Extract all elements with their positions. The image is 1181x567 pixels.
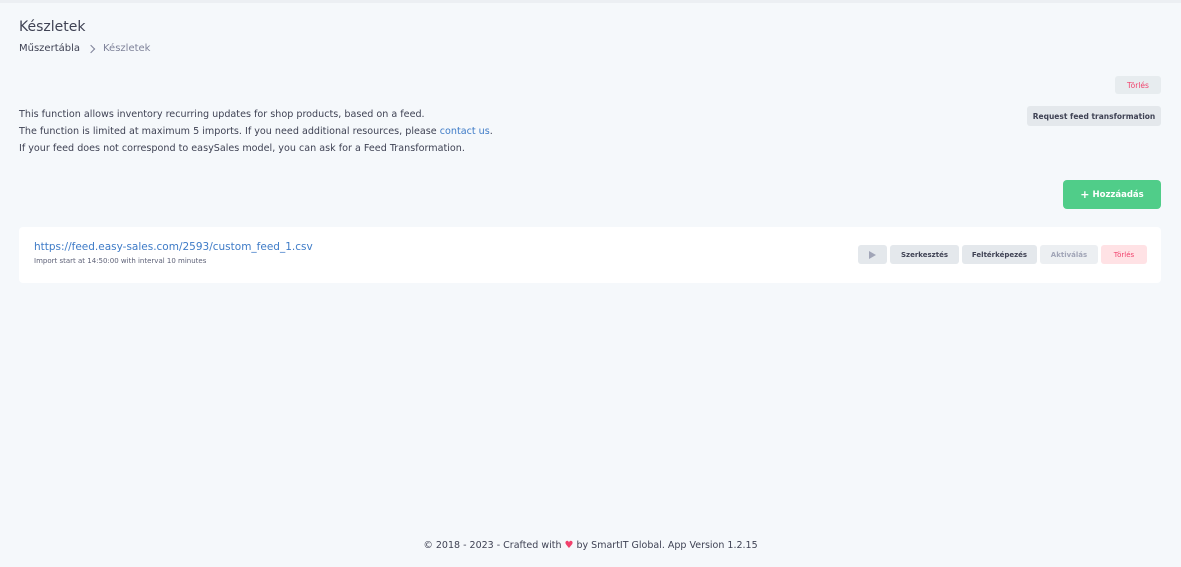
feed-schedule-info: Import start at 14:50:00 with interval 1… [34, 257, 207, 265]
description-line-2-text: The function is limited at maximum 5 imp… [19, 126, 440, 137]
delete-all-button[interactable]: Törlés [1115, 76, 1161, 94]
feed-actions: Szerkesztés Feltérképezés Aktiválás Törl… [858, 245, 1147, 264]
description-line-1: This function allows inventory recurring… [19, 109, 425, 120]
play-icon [869, 250, 876, 259]
page-title: Készletek [19, 19, 86, 35]
description: This function allows inventory recurring… [19, 106, 493, 157]
activate-button[interactable]: Aktiválás [1040, 245, 1098, 264]
edit-button[interactable]: Szerkesztés [890, 245, 959, 264]
run-import-button[interactable] [858, 245, 887, 264]
footer-text-start: © 2018 - 2023 - Crafted with [423, 540, 565, 551]
description-line-2-end: . [489, 126, 493, 137]
add-feed-button[interactable]: + Hozzáadás [1063, 180, 1161, 209]
request-feed-transformation-button[interactable]: Request feed transformation [1027, 106, 1161, 126]
footer: © 2018 - 2023 - Crafted with ♥ by SmartI… [0, 540, 1181, 551]
plus-icon: + [1080, 188, 1090, 201]
contact-us-link[interactable]: contact us [440, 126, 490, 137]
chevron-right-icon [86, 44, 96, 53]
feed-card: https://feed.easy-sales.com/2593/custom_… [19, 227, 1161, 283]
delete-feed-button[interactable]: Törlés [1101, 245, 1147, 264]
feed-url-link[interactable]: https://feed.easy-sales.com/2593/custom_… [34, 241, 313, 253]
breadcrumb-home-link[interactable]: Műszertábla [19, 43, 80, 54]
breadcrumb-current: Készletek [103, 43, 151, 54]
description-line-2: The function is limited at maximum 5 imp… [19, 123, 493, 140]
description-line-3: If your feed does not correspond to easy… [19, 143, 465, 154]
mapping-button[interactable]: Feltérképezés [962, 245, 1037, 264]
top-border [0, 0, 1181, 3]
add-feed-button-label: Hozzáadás [1092, 189, 1144, 200]
footer-text-end: by SmartIT Global. App Version 1.2.15 [573, 540, 758, 551]
breadcrumb: Műszertábla Készletek [19, 43, 150, 54]
